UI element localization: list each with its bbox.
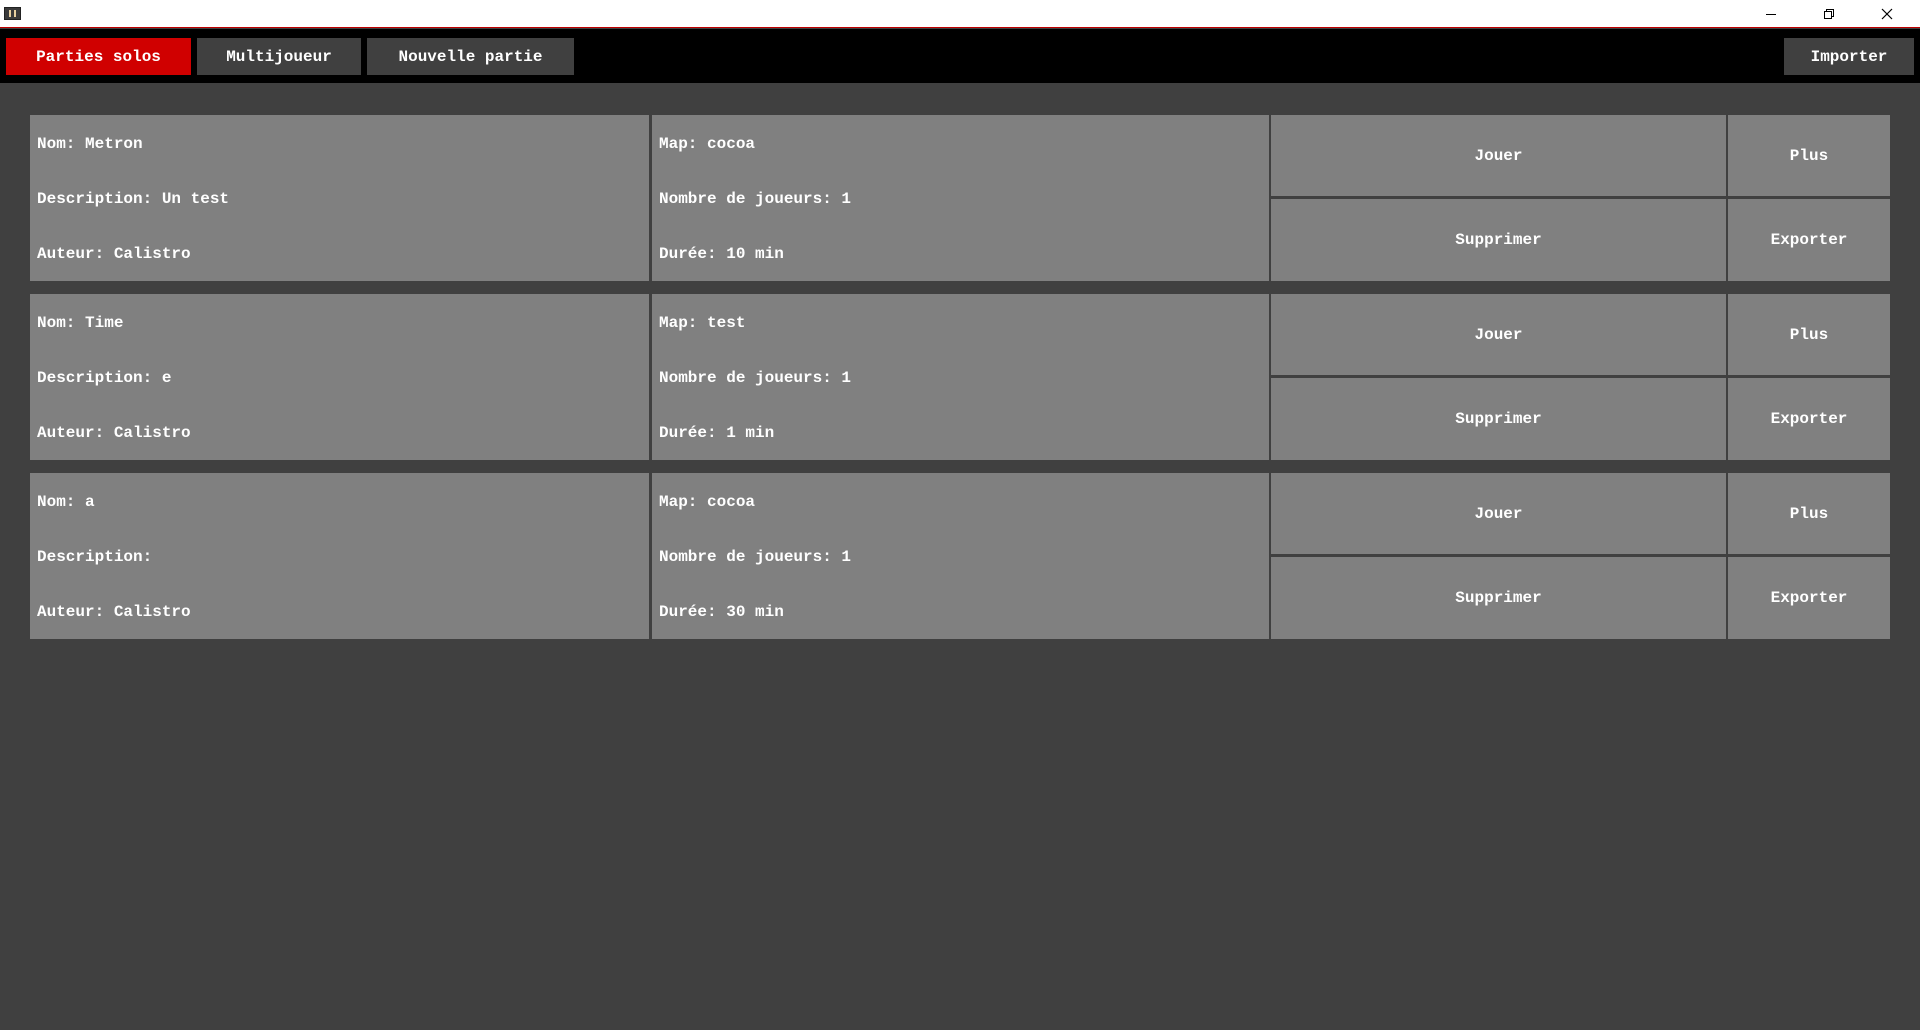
game-row: Nom: a Description: Auteur: Calistro Map… — [30, 473, 1890, 639]
game-meta-cell: Map: cocoa Nombre de joueurs: 1 Durée: 3… — [652, 473, 1269, 639]
game-info-cell: Nom: a Description: Auteur: Calistro — [30, 473, 649, 639]
game-map: Map: cocoa — [659, 135, 756, 153]
game-author: Auteur: Calistro — [37, 603, 191, 621]
game-map: Map: test — [659, 314, 746, 332]
game-name: Nom: Metron — [37, 135, 143, 153]
import-button[interactable]: Importer — [1784, 38, 1914, 75]
game-players: Nombre de joueurs: 1 — [659, 190, 852, 208]
game-meta-cell: Map: cocoa Nombre de joueurs: 1 Durée: 1… — [652, 115, 1269, 281]
game-author: Auteur: Calistro — [37, 245, 191, 263]
game-description: Description: — [37, 548, 153, 566]
game-name: Nom: Time — [37, 314, 124, 332]
game-description: Description: Un test — [37, 190, 230, 208]
export-button[interactable]: Exporter — [1728, 199, 1890, 281]
game-info-cell: Nom: Time Description: e Auteur: Calistr… — [30, 294, 649, 460]
tab-parties-solos[interactable]: Parties solos — [6, 38, 191, 75]
game-players: Nombre de joueurs: 1 — [659, 548, 852, 566]
more-button[interactable]: Plus — [1728, 473, 1890, 554]
game-info-cell: Nom: Metron Description: Un test Auteur:… — [30, 115, 649, 281]
close-icon[interactable] — [1858, 0, 1916, 27]
more-button[interactable]: Plus — [1728, 294, 1890, 375]
delete-button[interactable]: Supprimer — [1271, 557, 1726, 639]
main-toolbar: Parties solos Multijoueur Nouvelle parti… — [0, 29, 1920, 83]
game-duration: Durée: 1 min — [659, 424, 775, 442]
restore-icon[interactable] — [1800, 0, 1858, 27]
game-players: Nombre de joueurs: 1 — [659, 369, 852, 387]
play-button[interactable]: Jouer — [1271, 473, 1726, 554]
play-button[interactable]: Jouer — [1271, 294, 1726, 375]
game-description: Description: e — [37, 369, 172, 387]
title-bar — [0, 0, 1920, 28]
delete-button[interactable]: Supprimer — [1271, 199, 1726, 281]
game-name: Nom: a — [37, 493, 95, 511]
more-button[interactable]: Plus — [1728, 115, 1890, 196]
tab-multijoueur[interactable]: Multijoueur — [197, 38, 361, 75]
export-button[interactable]: Exporter — [1728, 378, 1890, 460]
minimize-icon[interactable] — [1742, 0, 1800, 27]
game-meta-cell: Map: test Nombre de joueurs: 1 Durée: 1 … — [652, 294, 1269, 460]
export-button[interactable]: Exporter — [1728, 557, 1890, 639]
game-author: Auteur: Calistro — [37, 424, 191, 442]
game-duration: Durée: 10 min — [659, 245, 784, 263]
game-map: Map: cocoa — [659, 493, 756, 511]
delete-button[interactable]: Supprimer — [1271, 378, 1726, 460]
app-icon — [4, 7, 21, 20]
game-duration: Durée: 30 min — [659, 603, 784, 621]
game-row: Nom: Metron Description: Un test Auteur:… — [30, 115, 1890, 281]
game-row: Nom: Time Description: e Auteur: Calistr… — [30, 294, 1890, 460]
play-button[interactable]: Jouer — [1271, 115, 1726, 196]
tab-nouvelle-partie[interactable]: Nouvelle partie — [367, 38, 574, 75]
